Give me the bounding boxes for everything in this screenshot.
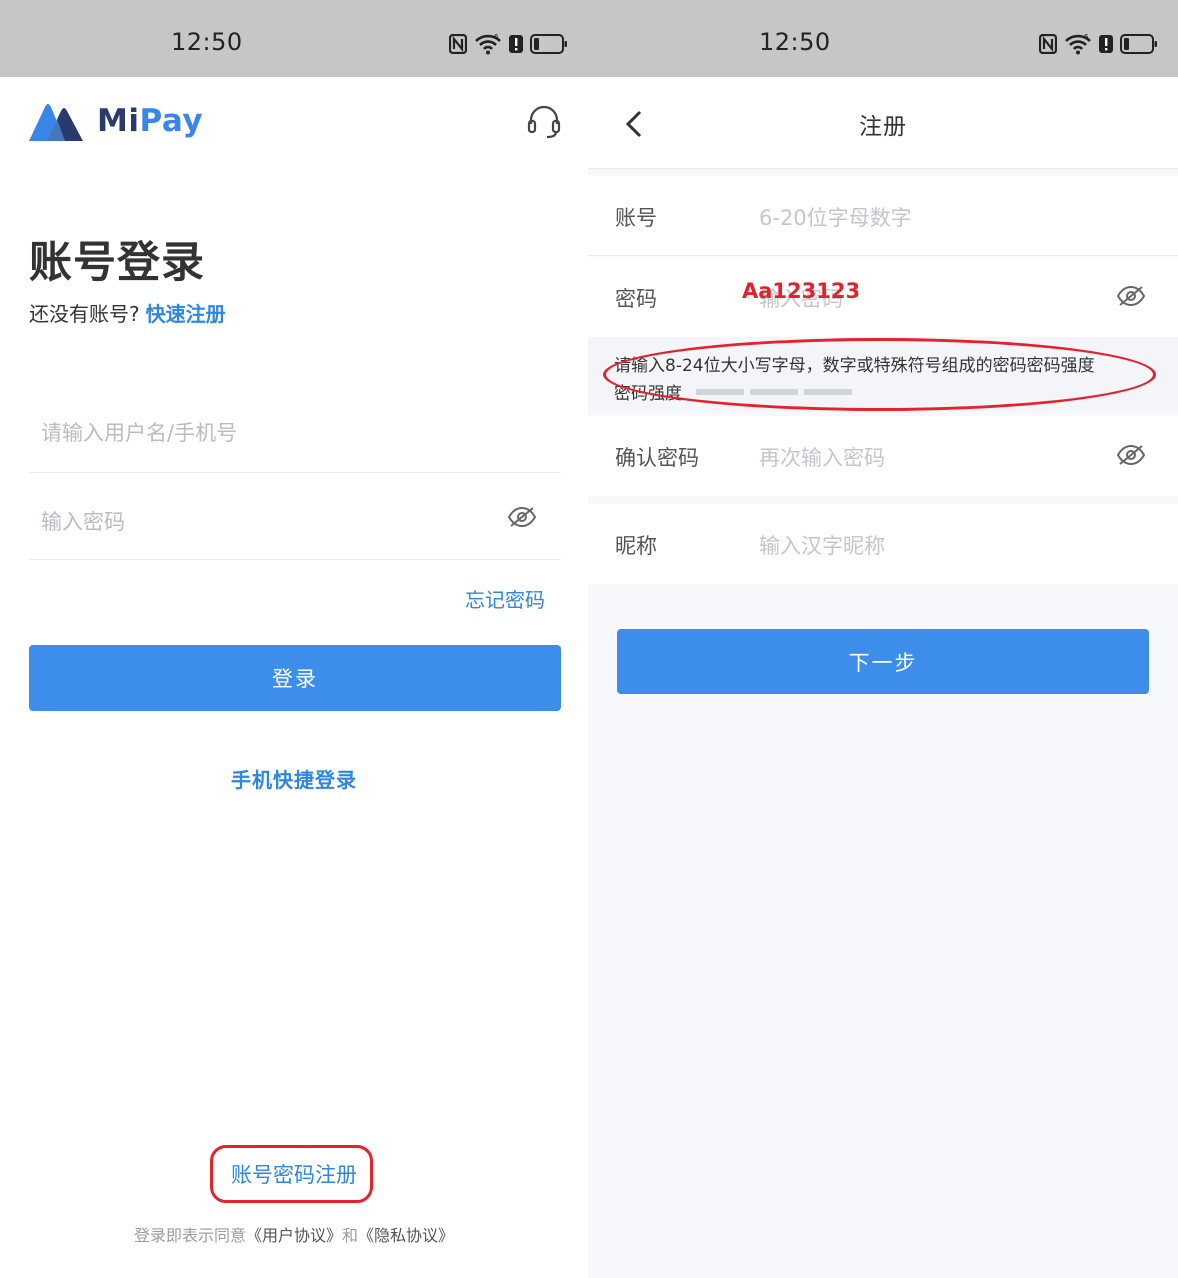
account-placeholder: 6-20位字母数字 (759, 206, 912, 230)
agreement-prefix: 登录即表示同意 (133, 1226, 246, 1245)
eye-off-icon[interactable] (507, 506, 537, 532)
username-placeholder: 请输入用户名/手机号 (41, 421, 238, 445)
annotation-ellipse (603, 338, 1156, 411)
svg-text:6: 6 (494, 33, 499, 41)
account-label: 账号 (615, 206, 657, 230)
account-field[interactable]: 账号 6-20位字母数字 (588, 176, 1178, 256)
status-bar: 12:50 6 (0, 0, 588, 77)
nickname-field[interactable]: 昵称 输入汉字昵称 (588, 504, 1178, 584)
next-step-button[interactable]: 下一步 (617, 629, 1149, 694)
password-field[interactable]: 密码 输入密码 Aa123123 (588, 257, 1178, 337)
forgot-password-link[interactable]: 忘记密码 (465, 584, 545, 613)
alert-icon (1099, 35, 1113, 53)
annotated-password-value: Aa123123 (742, 279, 861, 303)
eye-off-icon[interactable] (1116, 285, 1146, 311)
nav-bar: 注册 (588, 77, 1178, 169)
username-input[interactable]: 请输入用户名/手机号 (29, 392, 561, 473)
nickname-placeholder: 输入汉字昵称 (759, 534, 885, 558)
confirm-password-field[interactable]: 确认密码 再次输入密码 (588, 416, 1178, 496)
nfc-icon (449, 34, 467, 54)
page-title: 账号登录 (29, 238, 205, 288)
privacy-policy-link[interactable]: 《隐私协议》 (358, 1226, 454, 1245)
status-time: 12:50 (759, 28, 831, 56)
status-time: 12:50 (171, 28, 243, 56)
user-agreement-link[interactable]: 《用户协议》 (246, 1226, 342, 1245)
register-screen: 12:50 6 注册 账号 6-20位字母数字 密码 输入密码 Aa123123… (588, 0, 1178, 1278)
status-icons: 6 (449, 32, 568, 56)
password-label: 密码 (615, 287, 657, 311)
no-account-text: 还没有账号? (29, 302, 140, 326)
battery-icon (1120, 34, 1157, 54)
login-screen: 12:50 6 MiPay 账号登录 还没有账号? 快速注册 请输入用户名/手机号… (0, 0, 588, 1278)
alert-icon (509, 35, 523, 53)
logo-text: MiPay (97, 103, 204, 139)
wifi-icon: 6 (1065, 33, 1091, 55)
eye-off-icon[interactable] (1116, 444, 1146, 470)
status-bar: 12:50 6 (588, 0, 1178, 77)
phone-login-link[interactable]: 手机快捷登录 (0, 764, 588, 793)
svg-text:6: 6 (1084, 33, 1089, 41)
battery-icon (530, 34, 567, 54)
page-title: 注册 (859, 114, 907, 140)
status-icons: 6 (1039, 32, 1158, 56)
agreement-and: 和 (342, 1226, 359, 1245)
no-account-prompt: 还没有账号? 快速注册 (29, 298, 226, 327)
login-button[interactable]: 登录 (29, 645, 561, 711)
password-placeholder: 输入密码 (41, 510, 125, 534)
wifi-icon: 6 (475, 33, 501, 55)
nfc-icon (1039, 34, 1057, 54)
customer-service-icon[interactable] (527, 104, 561, 144)
quick-register-link[interactable]: 快速注册 (146, 302, 226, 326)
nickname-label: 昵称 (615, 534, 657, 558)
agreement-text: 登录即表示同意《用户协议》和《隐私协议》 (0, 1222, 588, 1246)
mipay-logo-icon (29, 104, 83, 141)
annotation-circle (210, 1145, 373, 1203)
confirm-password-placeholder: 再次输入密码 (759, 446, 885, 470)
confirm-password-label: 确认密码 (615, 446, 699, 470)
mipay-logo: MiPay (29, 101, 203, 141)
password-input[interactable]: 输入密码 (29, 473, 561, 560)
